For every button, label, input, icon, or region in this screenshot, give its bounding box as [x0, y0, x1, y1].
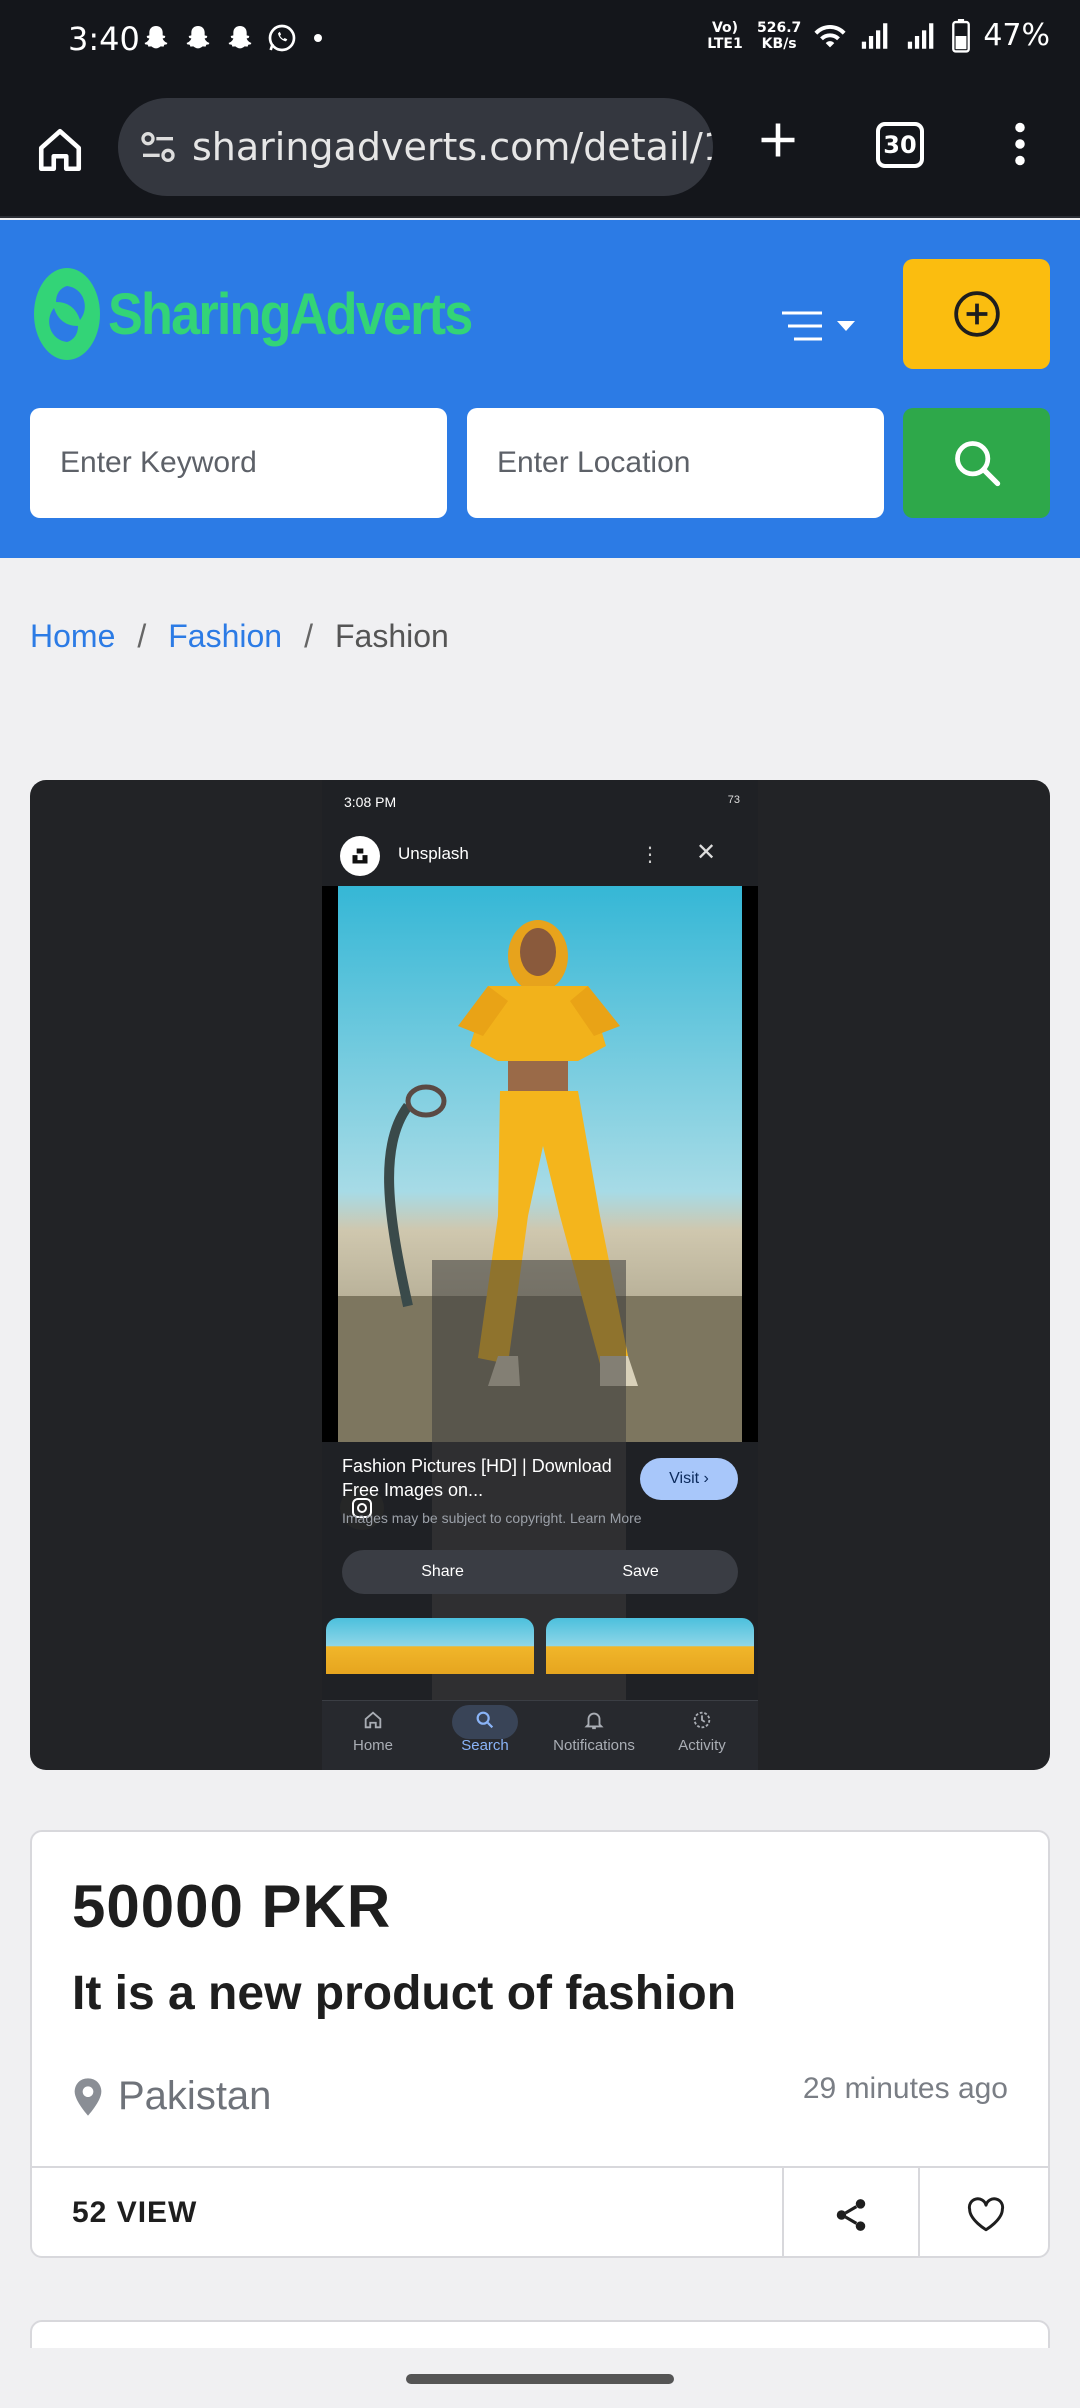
listing-location-text: Pakistan: [118, 2074, 272, 2118]
signal-icon: [908, 22, 934, 49]
wifi-icon: [814, 24, 846, 47]
battery-icon: [952, 18, 971, 53]
embedded-nav-home: Home: [323, 1709, 423, 1754]
site-menu-button[interactable]: [780, 296, 870, 356]
gesture-bar: [0, 2348, 1080, 2408]
logo-icon: [34, 268, 100, 360]
network-type: Vo) LTE1: [707, 19, 743, 52]
listing-card: 50000 PKR It is a new product of fashion…: [30, 1830, 1050, 2258]
browser-home-button[interactable]: [30, 120, 90, 180]
url-bar[interactable]: sharingadverts.com/detail/1: [118, 98, 713, 196]
favorite-button[interactable]: [918, 2168, 1048, 2256]
embedded-visit-label: Visit: [669, 1470, 700, 1487]
breadcrumb-home-link[interactable]: Home: [30, 618, 115, 655]
embedded-screenshot: 3:08 PM 73 Unsplash ⋮ ✕ Fashion Pictures…: [322, 780, 758, 1770]
embedded-caption-sub: Images may be subject to copyright. Lear…: [342, 1510, 642, 1526]
keyword-input[interactable]: [30, 408, 447, 518]
status-bar: 3:40 Vo) LTE1 526.7 KB/s 47%: [0, 0, 1080, 84]
location-input[interactable]: [467, 408, 884, 518]
notification-icons: [140, 22, 328, 54]
listing-card-footer: 52 VIEW: [32, 2166, 1048, 2256]
listing-location: Pakistan: [72, 2074, 271, 2119]
embedded-nav-search: Search: [435, 1709, 535, 1754]
embedded-app-title: Unsplash: [398, 844, 469, 863]
embedded-nav-notifications: Notifications: [544, 1709, 644, 1754]
embedded-thumbnail: [546, 1618, 754, 1674]
breadcrumb-category-link[interactable]: Fashion: [168, 618, 282, 655]
battery-percent: 47%: [983, 18, 1050, 53]
heart-icon: [967, 2197, 1005, 2232]
embedded-nav-search-label: Search: [461, 1737, 509, 1754]
breadcrumb-current: Fashion: [334, 618, 449, 654]
snapchat-icon: [144, 26, 168, 49]
search-icon: [954, 441, 1000, 487]
gesture-handle[interactable]: [406, 2374, 674, 2384]
embedded-status-bar: 3:08 PM 73: [322, 780, 758, 824]
embedded-nav-activity: Activity: [652, 1709, 752, 1754]
signal-icon: [862, 22, 888, 49]
embedded-share-label: Share: [421, 1563, 464, 1580]
embedded-more-icon: ⋮: [640, 844, 660, 866]
map-pin-icon: [74, 2077, 102, 2116]
chevron-right-icon: ›: [699, 1470, 709, 1487]
snapchat-icon: [228, 26, 252, 49]
embedded-header: Unsplash ⋮ ✕: [322, 824, 758, 886]
caret-down-icon: [837, 321, 855, 331]
bell-icon: [584, 1712, 604, 1730]
embedded-caption-title: Fashion Pictures [HD] | Download Free Im…: [342, 1456, 612, 1500]
breadcrumb-separator: /: [304, 618, 313, 654]
embedded-visit-button: Visit ›: [640, 1458, 738, 1500]
home-icon: [364, 1711, 382, 1729]
listing-title: It is a new product of fashion: [72, 1967, 737, 2020]
activity-icon: [693, 1711, 711, 1729]
breadcrumb-separator: /: [137, 618, 147, 654]
embedded-time: 3:08 PM: [344, 794, 397, 810]
share-button[interactable]: [782, 2168, 918, 2256]
site-header: SharingAdverts: [0, 220, 1080, 558]
embedded-nav-notifications-label: Notifications: [553, 1737, 635, 1754]
embedded-action-bar: Share Save: [342, 1550, 738, 1594]
embedded-nav-activity-label: Activity: [678, 1737, 726, 1754]
search-icon: [476, 1711, 494, 1729]
embedded-save-label: Save: [622, 1563, 659, 1580]
embedded-nav-home-label: Home: [352, 1737, 393, 1754]
browser-menu-button[interactable]: [1000, 114, 1040, 174]
url-text: sharingadverts.com/detail/1: [192, 125, 713, 169]
new-tab-button[interactable]: [748, 110, 808, 170]
network-speed-value: 526.7: [757, 19, 802, 36]
site-logo[interactable]: SharingAdverts: [32, 264, 512, 364]
dot-icon: [314, 34, 322, 42]
network-speed: 526.7 KB/s: [757, 20, 801, 52]
listing-posted-time: 29 minutes ago: [802, 2072, 1008, 2105]
snapchat-icon: [186, 26, 210, 49]
home-icon: [38, 128, 82, 172]
listing-views: 52 VIEW: [72, 2196, 198, 2229]
tab-switcher-button[interactable]: 30: [876, 122, 924, 168]
embedded-thumbnails: [326, 1618, 754, 1674]
whatsapp-icon: [268, 24, 296, 52]
embedded-bottom-nav: Home Search Notifications Activity: [322, 1700, 758, 1770]
share-icon: [836, 2199, 866, 2231]
status-time: 3:40: [68, 20, 140, 58]
more-vertical-icon: [1015, 122, 1025, 166]
browser-toolbar: sharingadverts.com/detail/1 30: [0, 84, 1080, 218]
plus-icon: [761, 123, 795, 157]
embedded-battery: 73: [727, 794, 740, 806]
search-button[interactable]: [903, 408, 1050, 518]
embedded-close-icon: ✕: [696, 839, 717, 866]
plus-circle-icon: [953, 291, 1000, 337]
site-settings-icon[interactable]: [138, 125, 178, 169]
network-speed-unit: KB/s: [761, 35, 797, 52]
embedded-thumbnail: [326, 1618, 534, 1674]
unsplash-logo-icon: [340, 836, 380, 876]
post-ad-button[interactable]: [903, 259, 1050, 369]
listing-image[interactable]: 3:08 PM 73 Unsplash ⋮ ✕ Fashion Pictures…: [30, 780, 1050, 1770]
logo-text: SharingAdverts: [108, 281, 473, 347]
menu-icon: [782, 311, 822, 341]
listing-price: 50000 PKR: [72, 1873, 392, 1940]
breadcrumb: Home / Fashion / Fashion: [30, 618, 449, 655]
